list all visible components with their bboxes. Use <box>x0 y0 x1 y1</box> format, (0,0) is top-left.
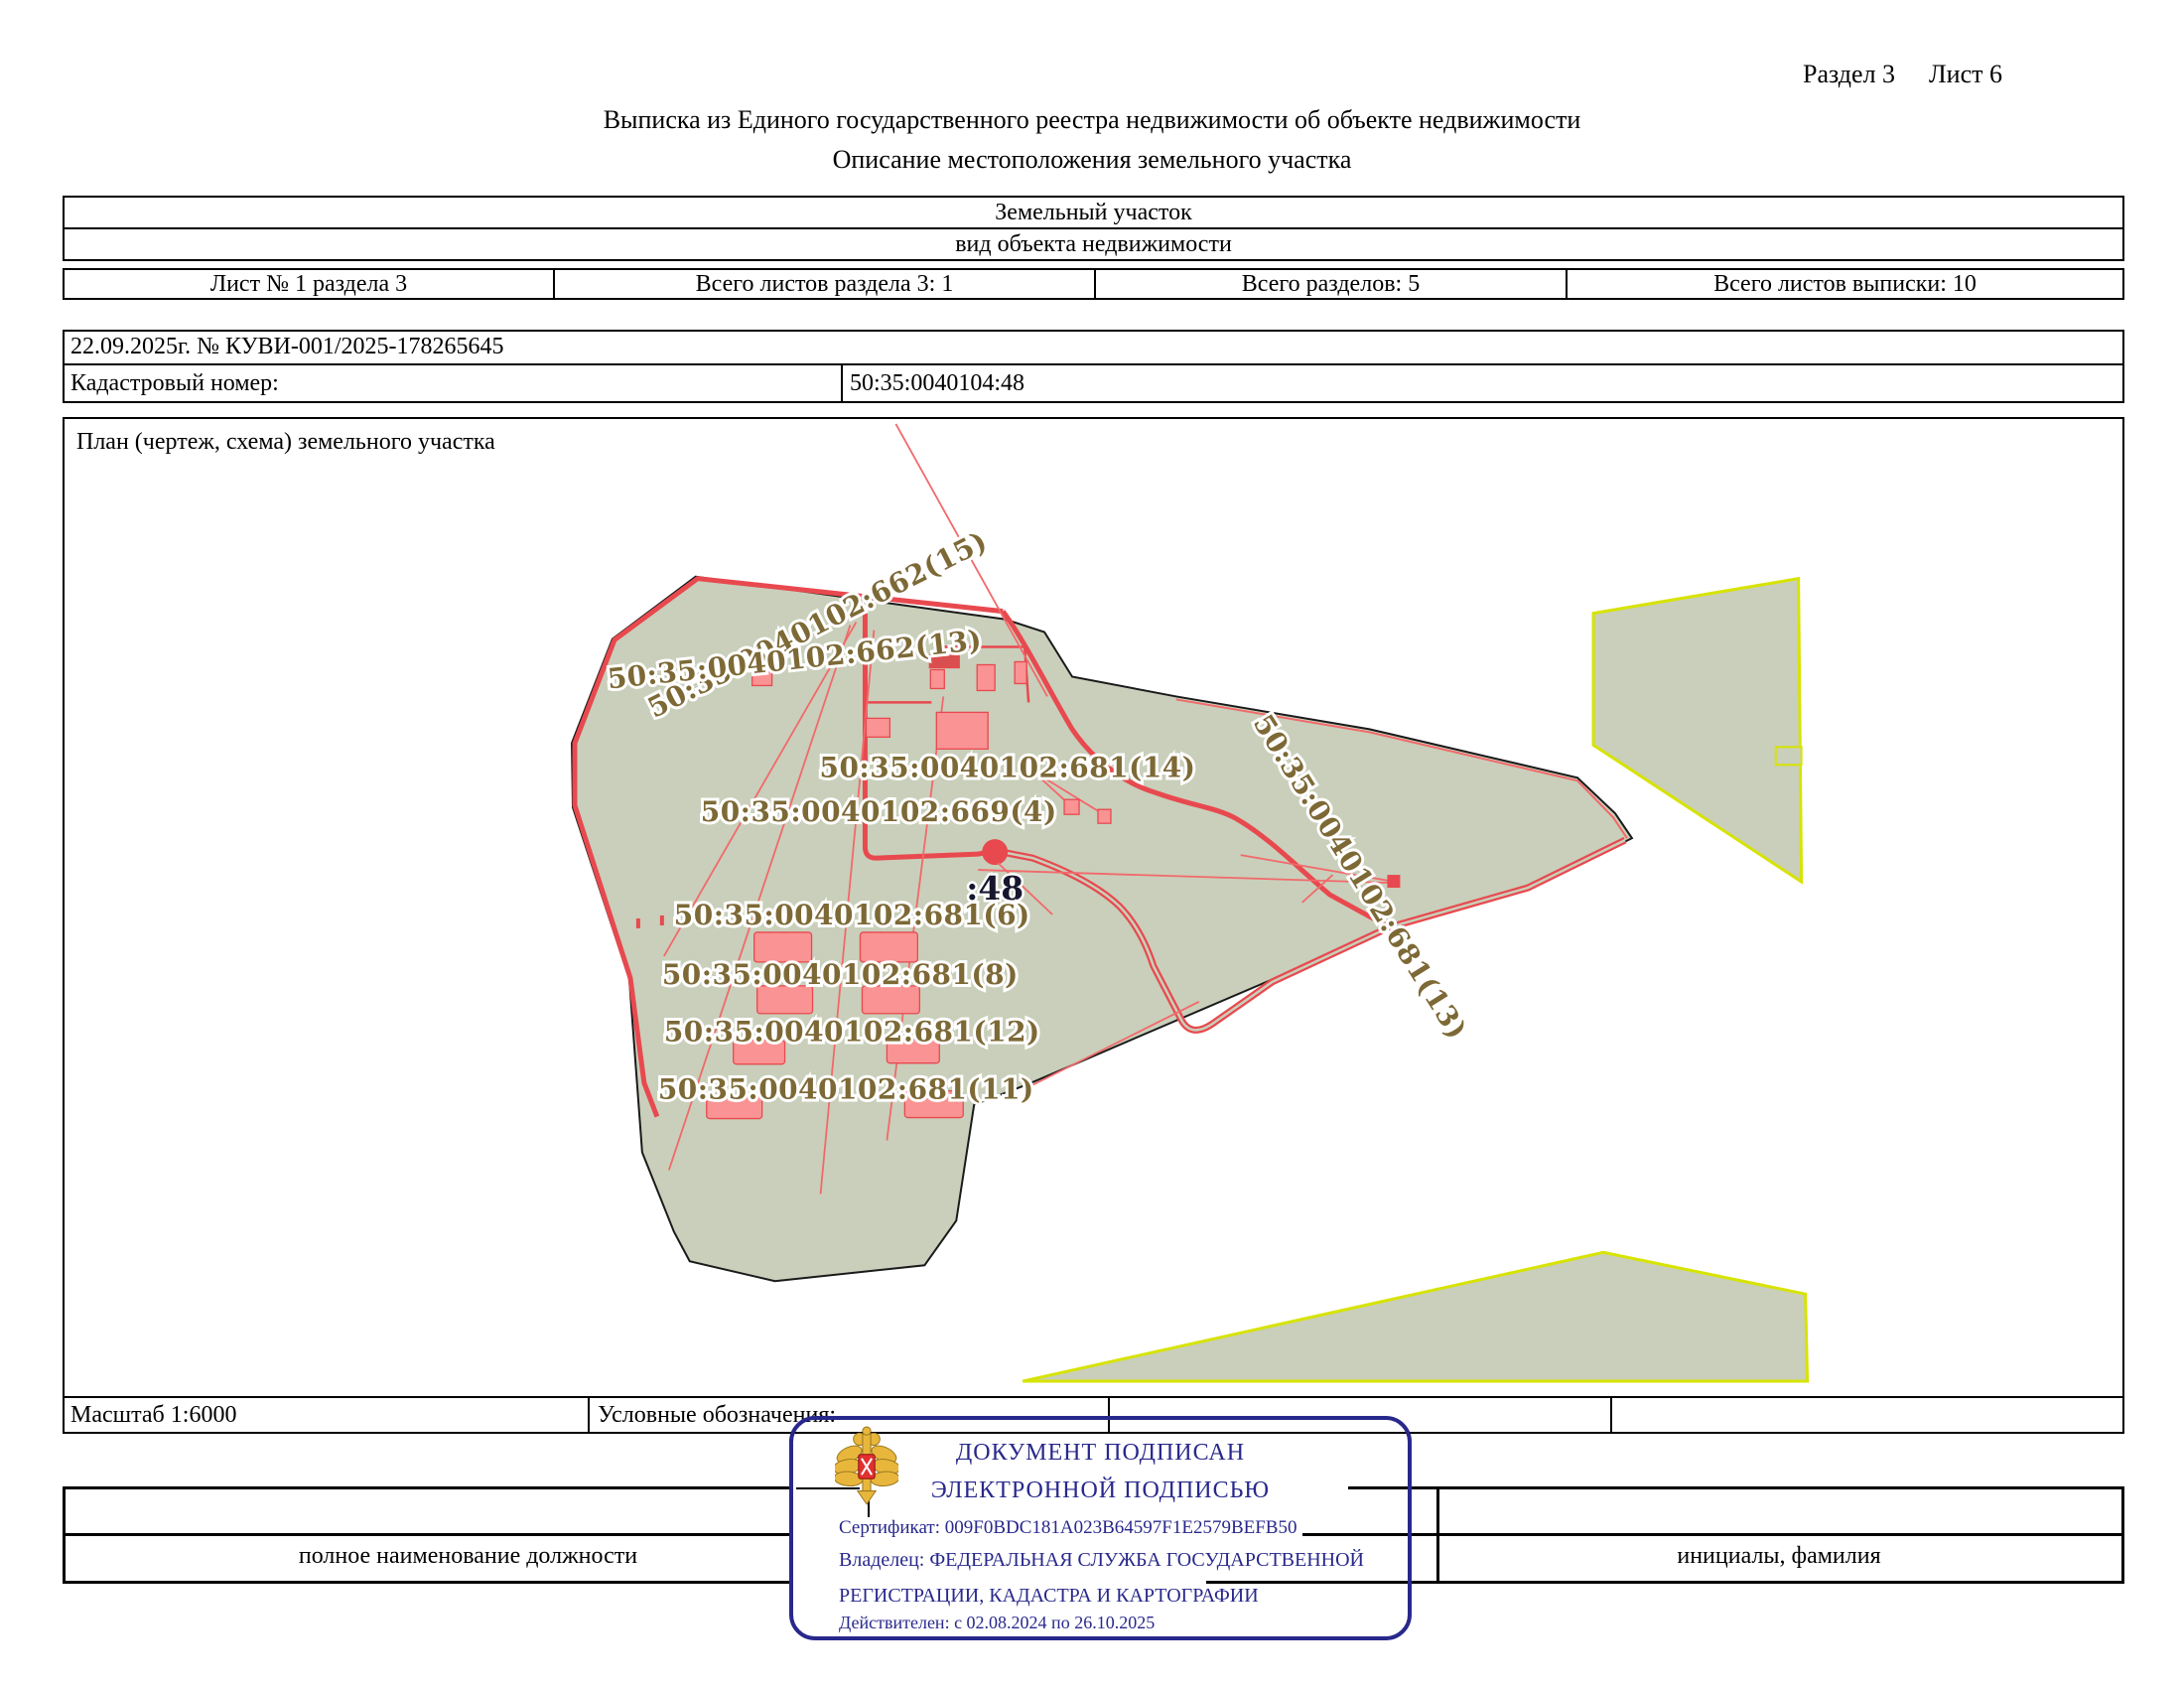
position-label: полное наименование должности <box>63 1541 874 1571</box>
object-type-row: Земельный участок <box>63 196 2124 229</box>
stamp-certificate: Сертификат: 009F0BDC181A023B64597F1E2579… <box>833 1517 1302 1539</box>
page-title: Выписка из Единого государственного реес… <box>0 105 2184 135</box>
cadastral-number-label: Кадастровый номер: <box>65 365 841 401</box>
cadastral-number-row: Кадастровый номер: 50:35:0040104:48 <box>63 363 2124 403</box>
parcel-map: 50:35:0040102:662(15) 50:35:0040102:662(… <box>65 419 2122 1396</box>
tick-mark <box>636 918 640 928</box>
object-kind-row: вид объекта недвижимости <box>63 227 2124 261</box>
signature-line <box>63 1533 789 1536</box>
stamp-title-line2: ЭЛЕКТРОННОЙ ПОДПИСЬЮ <box>925 1477 1276 1504</box>
signature-line <box>1348 1486 2124 1489</box>
page-subtitle: Описание местоположения земельного участ… <box>0 145 2184 175</box>
map-label: 50:35:0040102:681(12) <box>664 1016 1040 1049</box>
sheet-counter-cell: Всего листов выписки: 10 <box>1566 270 2122 298</box>
map-label: 50:35:0040102:669(4) <box>701 795 1057 828</box>
extract-date-number: 22.09.2025г. № КУВИ-001/2025-178265645 <box>63 330 2124 365</box>
sheet-counter-cell: Всего разделов: 5 <box>1094 270 1566 298</box>
adjacent-parcel-bottom <box>1023 1252 1807 1381</box>
road-junction <box>982 839 1008 865</box>
map-label: 50:35:0040102:681(14) <box>820 751 1196 783</box>
sheet-number: Лист 6 <box>1929 60 2002 89</box>
signature-line <box>63 1581 789 1584</box>
section-number: Раздел 3 <box>1803 60 1895 89</box>
stamp-title-line1: ДОКУМЕНТ ПОДПИСАН <box>950 1440 1251 1467</box>
tick-mark <box>660 915 664 925</box>
sheet-counter-cell: Всего листов раздела 3: 1 <box>553 270 1094 298</box>
sheet-counters-row: Лист № 1 раздела 3 Всего листов раздела … <box>63 268 2124 300</box>
map-label: 50:35:0040102:681(6) <box>674 899 1030 931</box>
legend-cell-empty <box>1610 1398 2122 1432</box>
map-label: 50:35:0040102:681(11) <box>658 1073 1034 1106</box>
red-point-marker <box>1387 875 1400 888</box>
name-label: инициалы, фамилия <box>1436 1541 2121 1571</box>
sheet-counter-cell: Лист № 1 раздела 3 <box>65 270 553 298</box>
plan-box: План (чертеж, схема) земельного участка <box>63 417 2124 1398</box>
page-corner: Раздел 3 Лист 6 <box>1803 60 2061 89</box>
signature-line <box>63 1486 789 1489</box>
map-scale: Масштаб 1:6000 <box>65 1398 588 1432</box>
digital-signature-stamp: ДОКУМЕНТ ПОДПИСАН ЭЛЕКТРОННОЙ ПОДПИСЬЮ С… <box>789 1416 1412 1640</box>
cadastral-number-value: 50:35:0040104:48 <box>841 365 2122 401</box>
adjacent-parcel-notch <box>1776 747 1802 765</box>
signature-line <box>2121 1486 2124 1584</box>
map-label: 50:35:0040102:681(8) <box>662 958 1019 991</box>
stamp-owner-line2: РЕГИСТРАЦИИ, КАДАСТРА И КАРТОГРАФИИ <box>833 1585 1265 1608</box>
stamp-validity: Действителен: с 02.08.2024 по 26.10.2025 <box>833 1613 1160 1633</box>
stamp-owner-line1: Владелец: ФЕДЕРАЛЬНАЯ СЛУЖБА ГОСУДАРСТВЕ… <box>833 1549 1370 1572</box>
